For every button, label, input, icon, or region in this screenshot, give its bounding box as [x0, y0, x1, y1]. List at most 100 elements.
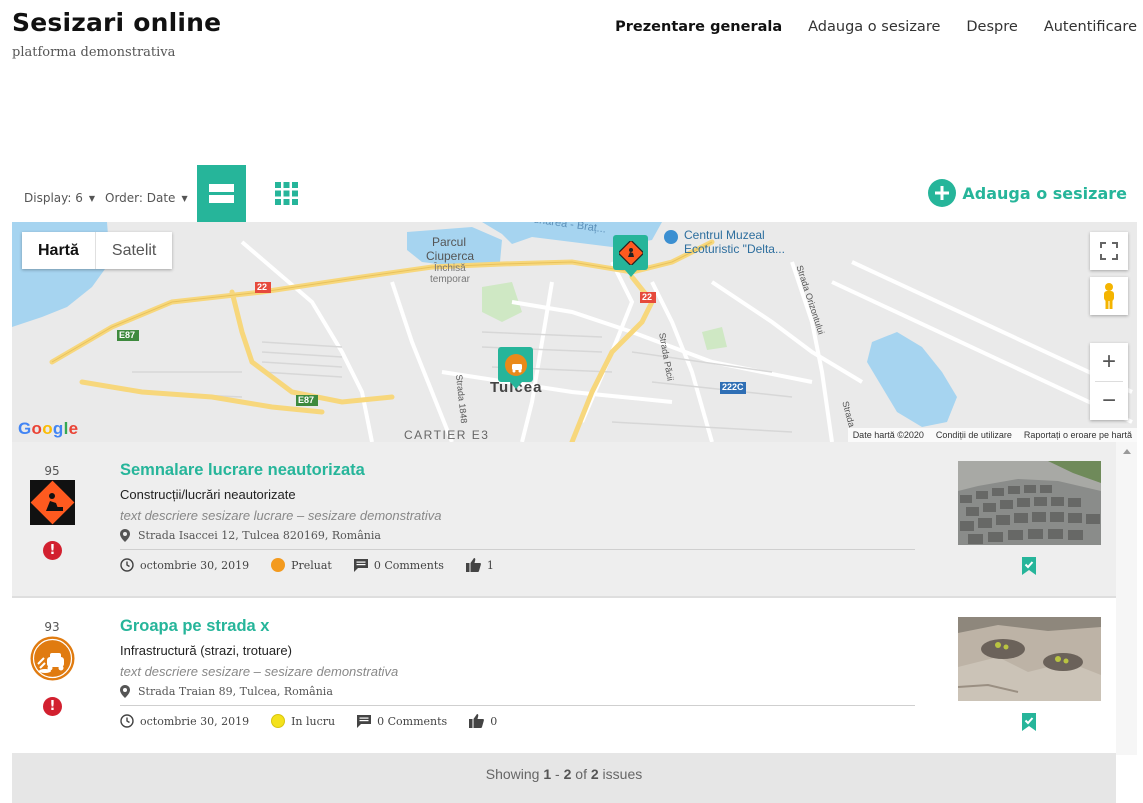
issue-date-text: octombrie 30, 2019: [140, 714, 250, 728]
nav-item-about[interactable]: Despre: [966, 19, 1017, 35]
museum-pin-icon[interactable]: [664, 230, 678, 244]
issue-likes-count: 0: [490, 714, 498, 728]
divider: [120, 549, 915, 550]
issue-comments[interactable]: 0 Comments: [353, 558, 444, 572]
like-button[interactable]: 1: [465, 558, 494, 572]
map-label-museum-1: Centrul Muzeal: [684, 228, 765, 242]
issue-title[interactable]: Semnalare lucrare neautorizata: [120, 461, 365, 480]
clock-icon: [120, 714, 134, 728]
order-dropdown[interactable]: Order: Date ▼: [105, 191, 188, 205]
street-view-button[interactable]: [1090, 277, 1128, 315]
list-toolbar: Display: 6 ▼ Order: Date ▼ Adauga o sesiza…: [12, 165, 1137, 222]
map-marker-issue-95[interactable]: [613, 235, 648, 277]
site-tagline: platforma demonstrativa: [12, 45, 176, 60]
add-issue-button[interactable]: Adauga o sesizare: [928, 179, 1127, 207]
issue-number: 95: [44, 464, 60, 478]
map-marker-issue-93[interactable]: [498, 347, 533, 389]
issue-date: octombrie 30, 2019: [120, 558, 249, 572]
bookmark-button[interactable]: [1022, 557, 1036, 579]
issue-photo[interactable]: [958, 461, 1101, 545]
issue-date: octombrie 30, 2019: [120, 714, 249, 728]
pager-suffix: issues: [598, 766, 643, 782]
comment-icon: [357, 714, 372, 728]
pegman-icon: [1104, 283, 1114, 309]
map-tiles: [12, 222, 1137, 442]
road-shield-222c: 222C: [722, 382, 744, 392]
map-type-switch: Hartă Satelit: [22, 232, 173, 269]
list-view-button[interactable]: [197, 165, 246, 222]
thumbs-up-icon: [469, 714, 485, 728]
issue-meta: octombrie 30, 2019 In lucru 0 Comments 0: [120, 714, 519, 728]
google-logo[interactable]: Google: [18, 419, 78, 439]
issue-photo[interactable]: [958, 617, 1101, 701]
pothole-icon: [30, 636, 75, 681]
caret-down-icon: ▼: [88, 194, 96, 203]
issue-category: Infrastructură (strazi, trotuare): [120, 643, 292, 658]
map-label-closed: Închisă: [434, 263, 466, 274]
construction-icon: [618, 240, 643, 265]
zoom-out-button[interactable]: −: [1090, 382, 1128, 420]
issue-address: Strada Traian 89, Tulcea, România: [120, 685, 333, 698]
issues-list: 95 ! Semnalare lucrare neautorizata Cons…: [12, 442, 1137, 754]
map-label-temporary: temporar: [430, 274, 471, 285]
issue-status-text: Preluat: [291, 558, 332, 572]
map-type-map-button[interactable]: Hartă: [22, 232, 96, 269]
issue-number: 93: [44, 620, 60, 634]
display-dropdown[interactable]: Display: 6 ▼: [24, 191, 95, 205]
issue-address-text: Strada Isaccei 12, Tulcea 820169, Români…: [138, 529, 381, 542]
pager-from: 1: [543, 766, 552, 782]
nav-item-login[interactable]: Autentificare: [1044, 19, 1137, 35]
issue-status: Preluat: [271, 558, 332, 572]
issue-comments-text: 0 Comments: [377, 714, 448, 728]
zoom-in-button[interactable]: +: [1090, 343, 1128, 381]
status-dot-icon: [271, 558, 286, 572]
caret-down-icon: ▼: [181, 194, 188, 203]
comment-icon: [353, 558, 368, 572]
pothole-icon: [504, 353, 527, 376]
construction-icon: [30, 480, 75, 525]
issue-comments-text: 0 Comments: [373, 558, 444, 572]
list-item[interactable]: 95 ! Semnalare lucrare neautorizata Cons…: [12, 442, 1116, 598]
thumbs-up-icon: [465, 558, 481, 572]
site-title[interactable]: Sesizari online: [12, 8, 221, 37]
issues-map[interactable]: 22 22 E87 E87 222C Parcul Ciuperca Închi…: [12, 222, 1137, 442]
map-data-credit: Date hartă ©2020: [852, 430, 924, 440]
terms-link[interactable]: Condiții de utilizare: [936, 428, 1012, 442]
grid-view-button[interactable]: [262, 165, 311, 222]
plus-circle-icon: [928, 179, 957, 207]
map-label-cartier: CARTIER E3: [404, 428, 490, 442]
map-label-museum-2: Ecoturistic "Delta...: [684, 242, 785, 256]
map-label-ciuperca: Ciuperca: [426, 249, 475, 263]
issue-likes-count: 1: [486, 558, 494, 572]
bookmark-button[interactable]: [1022, 713, 1036, 735]
clock-icon: [120, 558, 134, 572]
display-dropdown-label: Display: 6: [24, 191, 83, 205]
issue-category: Construcții/lucrări neautorizate: [120, 487, 296, 502]
issue-address-text: Strada Traian 89, Tulcea, România: [138, 685, 333, 698]
pager-total: 2: [590, 766, 599, 782]
alert-icon: !: [43, 541, 62, 560]
issue-status: In lucru: [271, 714, 335, 728]
pager-dash: -: [551, 766, 564, 782]
like-button[interactable]: 0: [469, 714, 497, 728]
nav-item-add-issue[interactable]: Adauga o sesizare: [808, 19, 940, 35]
list-scrollbar[interactable]: [1116, 442, 1137, 755]
fullscreen-button[interactable]: [1090, 232, 1128, 270]
scroll-up-arrow-icon[interactable]: [1123, 449, 1131, 454]
issue-description: text descriere sesizare – sesizare demon…: [120, 664, 399, 679]
issue-title[interactable]: Groapa pe strada x: [120, 617, 269, 636]
map-pin-icon: [120, 685, 130, 698]
issue-description: text descriere sesizare lucrare – sesiza…: [120, 508, 442, 523]
list-item[interactable]: 93 ! Groapa pe strada x Infrastructură (…: [12, 598, 1116, 754]
issue-date-text: octombrie 30, 2019: [140, 558, 250, 572]
report-error-link[interactable]: Raportați o eroare pe hartă: [1024, 428, 1132, 442]
issue-comments[interactable]: 0 Comments: [357, 714, 448, 728]
issue-status-text: In lucru: [291, 714, 336, 728]
alert-icon: !: [43, 697, 62, 716]
nav-item-overview[interactable]: Prezentare generala: [615, 19, 782, 35]
map-type-satellite-button[interactable]: Satelit: [96, 232, 172, 269]
divider: [120, 705, 915, 706]
issue-meta: octombrie 30, 2019 Preluat 0 Comments 1: [120, 558, 516, 572]
list-view-icon: [209, 184, 234, 203]
issue-address: Strada Isaccei 12, Tulcea 820169, Români…: [120, 529, 381, 542]
